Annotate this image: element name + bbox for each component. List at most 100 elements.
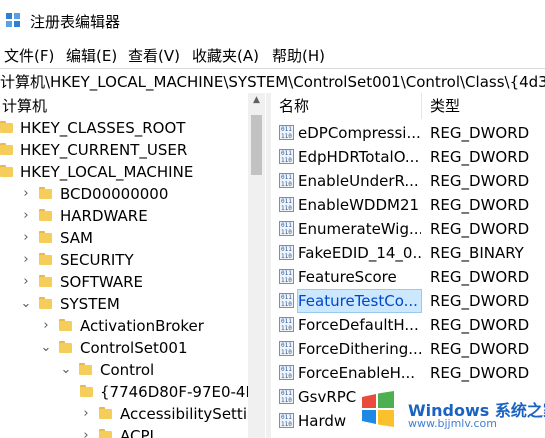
tree-item[interactable]: › BCD00000000	[0, 183, 248, 205]
chevron-right-icon[interactable]: ›	[80, 425, 92, 438]
chevron-down-icon[interactable]: ⌄	[20, 293, 32, 315]
registry-value-row[interactable]: 011 110 FeatureTestCo... REG_DWORD	[271, 289, 545, 313]
binary-value-icon: 011 110	[279, 365, 294, 380]
chevron-right-icon[interactable]: ›	[20, 205, 32, 227]
tree-item-label: HKEY_LOCAL_MACHINE	[20, 163, 194, 181]
tree-item[interactable]: ⌄ Control	[0, 359, 248, 381]
tree-item[interactable]: HKEY_CLASSES_ROOT	[0, 117, 248, 139]
tree-item-label: Control	[100, 361, 155, 379]
tree-item[interactable]: › HARDWARE	[0, 205, 248, 227]
folder-icon	[80, 385, 93, 397]
tree-item-label: SAM	[60, 229, 94, 247]
tree-item-label: SYSTEM	[60, 295, 120, 313]
binary-value-icon: 011 110	[279, 269, 294, 284]
folder-icon	[0, 121, 13, 133]
tree-item[interactable]: › SECURITY	[0, 249, 248, 271]
tree-item[interactable]: › ActivationBroker	[0, 315, 248, 337]
folder-icon	[99, 429, 112, 438]
registry-value-row[interactable]: 011 110 FeatureScore REG_DWORD	[271, 266, 545, 288]
folder-icon	[0, 143, 13, 155]
tree-item[interactable]: › AccessibilitySetting	[0, 403, 266, 425]
registry-value-row[interactable]: 011 110 ForceDefaultH... REG_DWORD	[271, 314, 545, 336]
binary-value-icon: 011 110	[279, 245, 294, 260]
menu-bar: 文件(F) 编辑(E) 查看(V) 收藏夹(A) 帮助(H)	[0, 40, 545, 68]
tree-item[interactable]: {7746D80F-97E0-4E2	[0, 381, 264, 403]
binary-value-icon: 011 110	[279, 149, 294, 164]
registry-value-row[interactable]: 011 110 eDPCompressi... REG_DWORD	[271, 122, 545, 144]
binary-value-icon: 011 110	[279, 197, 294, 212]
value-name: eDPCompressi...	[298, 124, 421, 142]
tree-item-label: HKEY_CLASSES_ROOT	[20, 119, 186, 137]
chevron-right-icon[interactable]: ›	[20, 227, 32, 249]
value-type: REG_DWORD	[430, 124, 530, 142]
menu-help[interactable]: 帮助(H)	[272, 45, 325, 66]
folder-icon	[39, 297, 52, 309]
binary-value-icon: 011 110	[279, 413, 294, 428]
registry-value-row[interactable]: 011 110 EnableWDDM21 REG_DWORD	[271, 194, 545, 216]
chevron-right-icon[interactable]: ›	[20, 271, 32, 293]
chevron-right-icon[interactable]: ›	[20, 249, 32, 271]
value-type: REG_DWORD	[430, 292, 530, 310]
folder-icon	[39, 275, 52, 287]
binary-value-icon: 011 110	[279, 221, 294, 236]
binary-value-icon: 011 110	[279, 317, 294, 332]
tree-item-label: {7746D80F-97E0-4E2	[100, 383, 265, 401]
chevron-down-icon[interactable]: ⌄	[60, 359, 72, 381]
tree-item-label: SOFTWARE	[60, 273, 144, 291]
tree-item[interactable]: HKEY_CURRENT_USER	[0, 139, 248, 161]
column-header-type[interactable]: 类型	[430, 93, 460, 119]
tree-item[interactable]: › SOFTWARE	[0, 271, 248, 293]
tree-item-label: HKEY_CURRENT_USER	[20, 141, 188, 159]
regedit-app-icon	[6, 13, 20, 27]
menu-file[interactable]: 文件(F)	[4, 45, 54, 66]
scroll-up-arrow-icon[interactable]: ▲	[248, 95, 265, 105]
address-path[interactable]: 计算机\HKEY_LOCAL_MACHINE\SYSTEM\ControlSet…	[0, 71, 545, 92]
tree-scrollbar[interactable]: ▲	[248, 93, 265, 438]
scrollbar-thumb[interactable]	[251, 115, 262, 175]
value-name: EnumerateWig...	[298, 220, 421, 238]
registry-value-row[interactable]: 011 110 ForceDithering... REG_DWORD	[271, 338, 545, 360]
chevron-right-icon[interactable]: ›	[20, 183, 32, 205]
value-name: FeatureScore	[298, 268, 397, 286]
chevron-down-icon[interactable]: ⌄	[40, 337, 52, 359]
value-type: REG_DWORD	[430, 196, 530, 214]
column-header-name[interactable]: 名称	[279, 93, 309, 119]
registry-value-row[interactable]: 011 110 EnableUnderR... REG_DWORD	[271, 170, 545, 192]
tree-item[interactable]: ⌄ SYSTEM	[0, 293, 248, 315]
address-bar[interactable]: 计算机\HKEY_LOCAL_MACHINE\SYSTEM\ControlSet…	[0, 68, 545, 94]
value-name: FeatureTestCo...	[297, 289, 422, 313]
binary-value-icon: 011 110	[279, 125, 294, 140]
tree-root-label: 计算机	[2, 97, 48, 115]
chevron-right-icon[interactable]: ›	[40, 315, 52, 337]
menu-favorites[interactable]: 收藏夹(A)	[192, 45, 259, 66]
value-type: REG_DWORD	[430, 364, 530, 382]
menu-view[interactable]: 查看(V)	[128, 45, 180, 66]
registry-value-row[interactable]: 011 110 EnumerateWig... REG_DWORD	[271, 218, 545, 240]
value-name: EnableUnderR...	[298, 172, 419, 190]
chevron-right-icon[interactable]: ›	[80, 403, 92, 425]
window-title: 注册表编辑器	[30, 13, 121, 31]
tree-item-label: AccessibilitySetting	[120, 405, 266, 423]
watermark-logo: Windows 系统之家 www.bjjmlv.com	[352, 385, 545, 438]
tree-item[interactable]: ⌄ ControlSet001	[0, 337, 248, 359]
folder-icon	[0, 165, 13, 177]
tree-item-label: BCD00000000	[60, 185, 169, 203]
watermark-url: www.bjjmlv.com	[408, 417, 497, 430]
binary-value-icon: 011 110	[279, 341, 294, 356]
registry-value-row[interactable]: 011 110 EdpHDRTotalO... REG_DWORD	[271, 146, 545, 168]
tree-item[interactable]: › SAM	[0, 227, 248, 249]
value-name: EdpHDRTotalO...	[298, 148, 420, 166]
registry-value-row[interactable]: 011 110 FakeEDID_14_0... REG_BINARY	[271, 242, 545, 264]
tree-item[interactable]: › ACPI	[0, 425, 248, 438]
tree-item-label: ActivationBroker	[80, 317, 204, 335]
tree-item[interactable]: HKEY_LOCAL_MACHINE	[0, 161, 248, 183]
menu-edit[interactable]: 编辑(E)	[66, 45, 117, 66]
column-separator[interactable]	[421, 93, 422, 119]
windows-logo-icon	[362, 391, 394, 427]
tree-item-label: ACPI	[120, 427, 154, 438]
tree-root-computer[interactable]: 计算机	[0, 95, 248, 117]
value-name: ForceDefaultH...	[298, 316, 419, 334]
value-name: EnableWDDM21	[298, 196, 420, 214]
registry-value-row[interactable]: 011 110 ForceEnableH... REG_DWORD	[271, 362, 545, 384]
folder-icon	[39, 209, 52, 221]
